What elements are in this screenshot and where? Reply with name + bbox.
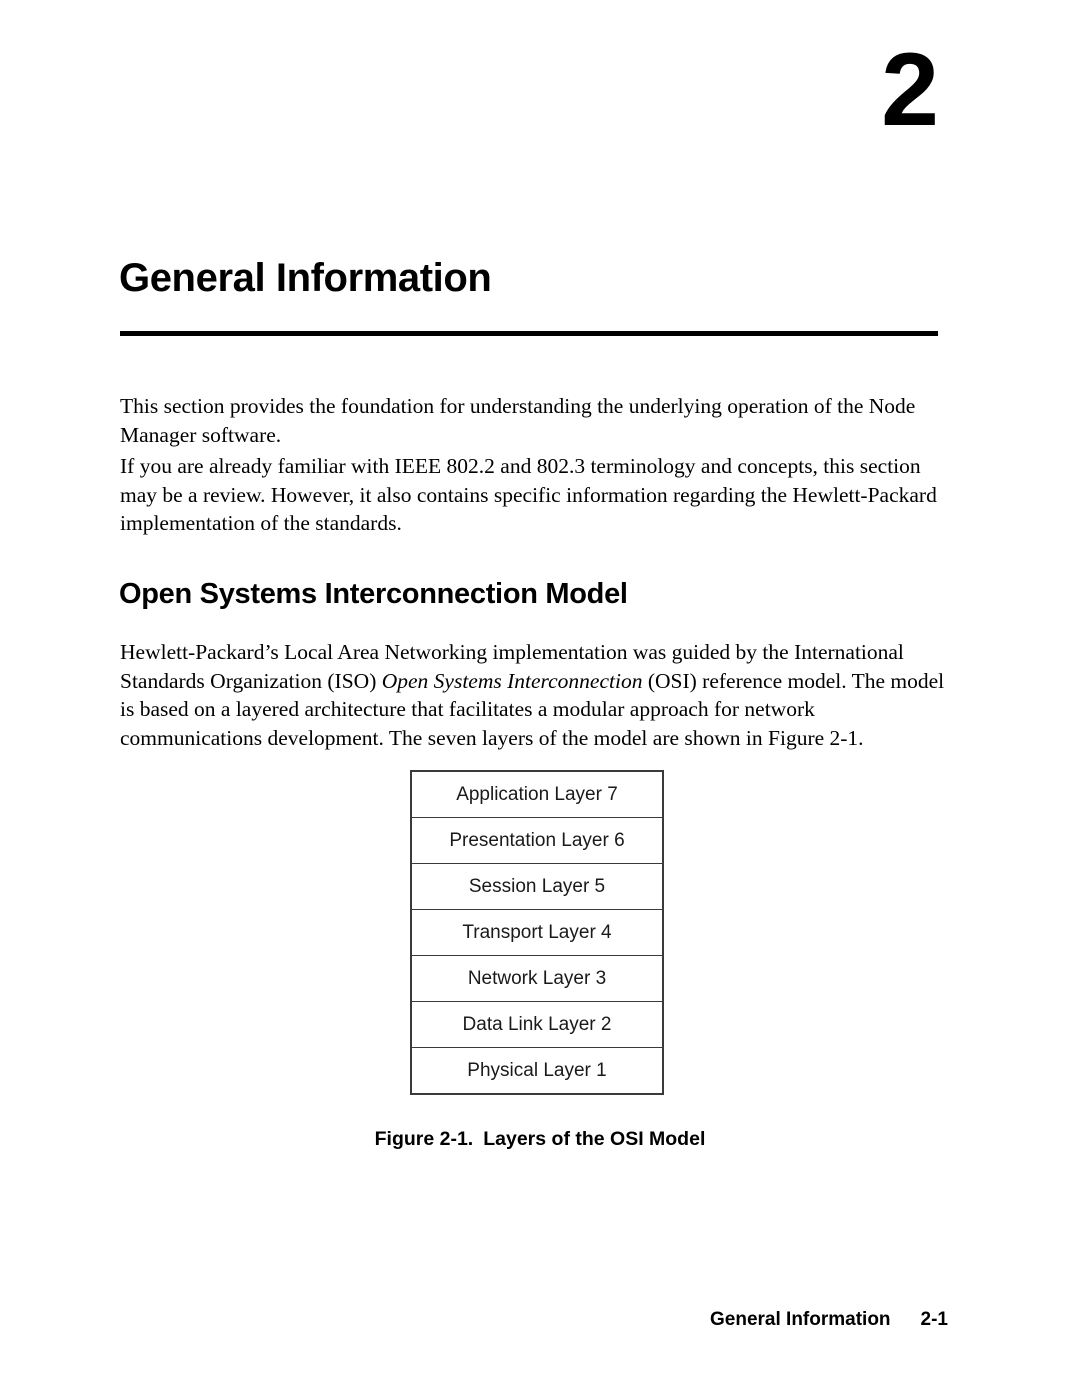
osi-layers-table: Application Layer 7 Presentation Layer 6… — [410, 770, 664, 1095]
osi-layer-cell-2: Data Link Layer 2 — [410, 1001, 664, 1048]
osi-layer-cell-4: Transport Layer 4 — [410, 909, 664, 956]
figure-caption: Figure 2-1. Layers of the OSI Model — [0, 1127, 1080, 1151]
osi-layer-cell-3: Network Layer 3 — [410, 955, 664, 1002]
figure-caption-label: Figure 2-1. — [374, 1128, 474, 1150]
osi-layer-cell-1: Physical Layer 1 — [410, 1047, 664, 1095]
table-row: Presentation Layer 6 — [410, 817, 664, 864]
chapter-number: 2 — [881, 32, 939, 148]
table-row: Network Layer 3 — [410, 955, 664, 1002]
osi-layer-cell-5: Session Layer 5 — [410, 863, 664, 910]
figure-caption-text: Layers of the OSI Model — [483, 1128, 706, 1150]
intro-paragraph-2: If you are already familiar with IEEE 80… — [120, 454, 937, 535]
osi-description-paragraph: Hewlett-Packard’s Local Area Networking … — [120, 638, 948, 752]
section-heading-osi-model: Open Systems Interconnection Model — [119, 578, 628, 610]
footer-page-number: 2-1 — [920, 1309, 948, 1330]
table-row: Application Layer 7 — [410, 770, 664, 818]
title-divider — [120, 331, 938, 336]
intro-paragraph-1: This section provides the foundation for… — [120, 394, 916, 447]
table-row: Data Link Layer 2 — [410, 1001, 664, 1048]
table-row: Session Layer 5 — [410, 863, 664, 910]
page-footer: General Information 2-1 — [0, 1308, 948, 1332]
footer-chapter-name: General Information — [710, 1309, 891, 1330]
document-page: 2 General Information This section provi… — [0, 0, 1080, 1397]
table-row: Physical Layer 1 — [410, 1047, 664, 1095]
osi-layer-cell-7: Application Layer 7 — [410, 770, 664, 818]
table-row: Transport Layer 4 — [410, 909, 664, 956]
osi-paragraph-italic-term: Open Systems Interconnection — [381, 668, 643, 693]
osi-layers-figure: Application Layer 7 Presentation Layer 6… — [410, 770, 664, 1095]
osi-layers-table-body: Application Layer 7 Presentation Layer 6… — [410, 770, 664, 1095]
page-title: General Information — [119, 256, 492, 300]
osi-layer-cell-6: Presentation Layer 6 — [410, 817, 664, 864]
